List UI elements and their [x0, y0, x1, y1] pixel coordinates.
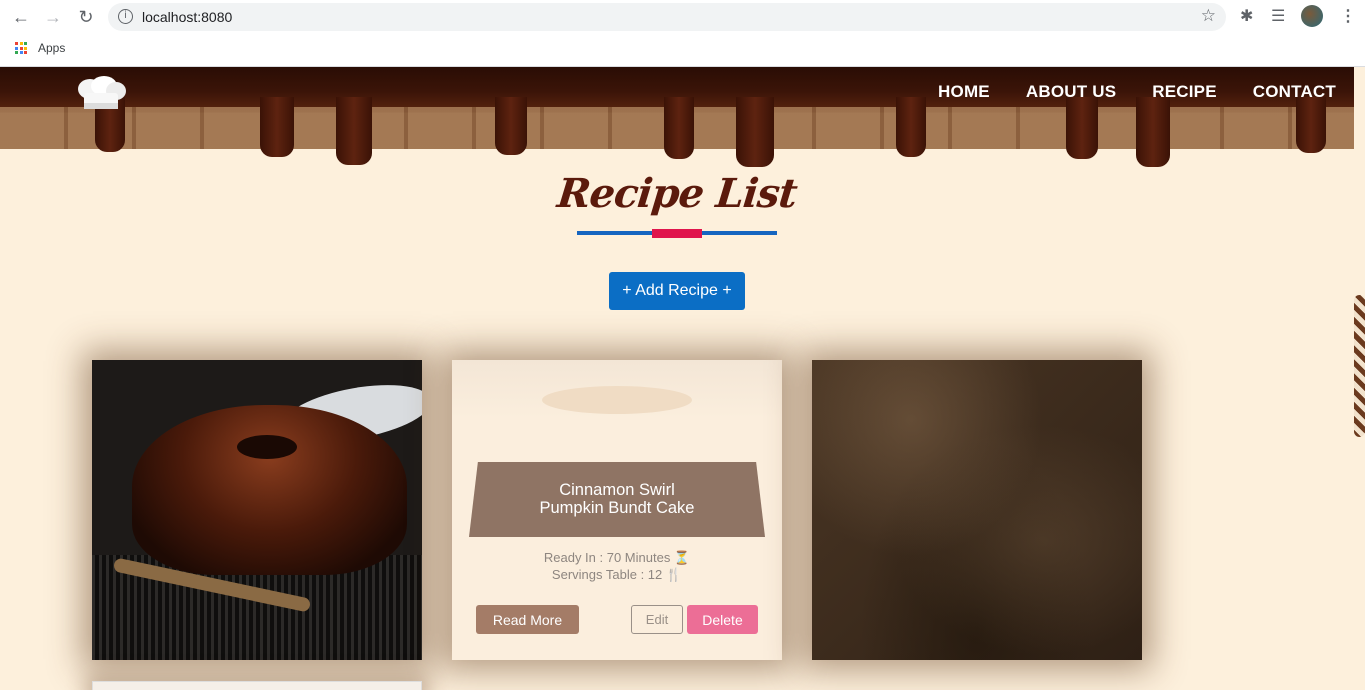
recipe-title: Cinnamon Swirl Pumpkin Bundt Cake — [469, 481, 765, 517]
scrollbar-thumb[interactable] — [1354, 295, 1365, 437]
page: HOME ABOUT US RECIPE CONTACT Recipe List… — [0, 67, 1365, 690]
nav-home[interactable]: HOME — [938, 82, 990, 102]
page-title: Recipe List — [555, 170, 799, 217]
nav-recipe[interactable]: RECIPE — [1152, 82, 1217, 102]
extensions-icon[interactable]: ✱ — [1240, 6, 1253, 26]
bookmark-star-icon[interactable]: ☆ — [1201, 6, 1216, 26]
apps-icon[interactable] — [15, 42, 27, 54]
profile-avatar[interactable] — [1301, 5, 1323, 27]
chocolate-drip — [896, 97, 926, 157]
chef-hat-logo-icon[interactable] — [70, 75, 128, 111]
bookmarks-bar: Apps — [0, 34, 1365, 67]
chocolate-drip — [1136, 97, 1170, 167]
reload-icon[interactable]: ↻ — [75, 6, 97, 28]
chocolate-drip — [260, 97, 294, 157]
servings-text: Servings Table : 12 🍴 — [551, 567, 683, 582]
site-header: HOME ABOUT US RECIPE CONTACT — [0, 67, 1354, 167]
info-icon[interactable]: i — [118, 9, 133, 24]
nav-contact[interactable]: CONTACT — [1253, 82, 1336, 102]
back-icon[interactable]: ← — [10, 6, 32, 28]
recipe-title-line-2: Pumpkin Bundt Cake — [539, 499, 695, 517]
recipe-card-image — [452, 360, 782, 418]
ready-in-text: Ready In : 70 Minutes ⏳ — [543, 550, 691, 565]
chocolate-drip — [1296, 97, 1326, 153]
nav-about-us[interactable]: ABOUT US — [1026, 82, 1116, 102]
title-underline-accent — [652, 229, 702, 238]
chocolate-drip — [664, 97, 694, 159]
read-more-button[interactable]: Read More — [476, 605, 579, 634]
recipe-title-line-1: Cinnamon Swirl — [559, 481, 675, 499]
recipe-card: Cinnamon Swirl Pumpkin Bundt Cake Ready … — [452, 360, 782, 660]
recipe-card-broken-image[interactable] — [92, 681, 422, 690]
chocolate-drip — [1066, 97, 1098, 159]
fudge-texture — [812, 360, 1142, 660]
main-nav: HOME ABOUT US RECIPE CONTACT — [938, 82, 1336, 102]
address-bar[interactable]: i localhost:8080 ☆ — [108, 3, 1226, 31]
edit-button[interactable]: Edit — [631, 605, 683, 634]
chocolate-drip — [336, 97, 372, 165]
recipe-card-image[interactable] — [92, 360, 422, 660]
recipe-card-image[interactable] — [812, 360, 1142, 660]
browser-toolbar: ← → ↻ i localhost:8080 ☆ ✱ ☰ ⋮ — [0, 0, 1365, 34]
add-recipe-button[interactable]: + Add Recipe + — [609, 272, 745, 310]
forward-icon[interactable]: → — [42, 6, 64, 28]
delete-button[interactable]: Delete — [687, 605, 758, 634]
chocolate-drip — [495, 97, 527, 155]
menu-icon[interactable]: ⋮ — [1340, 6, 1356, 26]
dish-shape — [542, 386, 692, 414]
media-control-icon[interactable]: ☰ — [1271, 6, 1285, 26]
bundt-cake-shape — [132, 405, 407, 575]
cake-center — [237, 435, 297, 459]
url-text: localhost:8080 — [142, 9, 233, 25]
apps-bookmark[interactable]: Apps — [38, 41, 65, 55]
chocolate-drip — [736, 97, 774, 167]
